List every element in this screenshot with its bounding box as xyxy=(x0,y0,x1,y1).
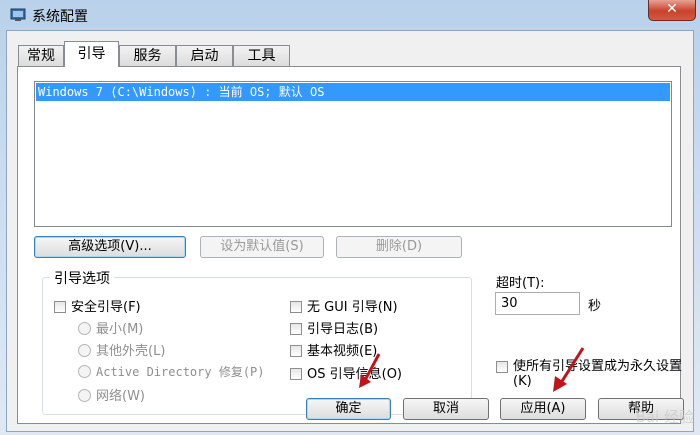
window-title: 系统配置 xyxy=(32,9,88,25)
advanced-options-button[interactable]: 高级选项(V)... xyxy=(34,236,186,258)
boot-entry-list[interactable]: Windows 7 (C:\Windows) : 当前 OS; 默认 OS xyxy=(34,81,672,227)
alternate-shell-radio[interactable] xyxy=(78,344,91,357)
timeout-input[interactable]: 30 xyxy=(495,292,580,315)
tab-tools[interactable]: 工具 xyxy=(233,45,290,66)
dialog-client: 常规 引导 服务 启动 工具 Windows 7 (C:\Windows) : … xyxy=(6,30,694,432)
alternate-shell-option[interactable]: 其他外壳(L) xyxy=(78,340,165,359)
close-button[interactable]: ✕ xyxy=(648,0,696,21)
ad-repair-radio[interactable] xyxy=(78,365,91,378)
boot-entry-item[interactable]: Windows 7 (C:\Windows) : 当前 OS; 默认 OS xyxy=(36,83,670,101)
minimal-radio[interactable] xyxy=(78,322,91,335)
safe-boot-option[interactable]: 安全引导(F) xyxy=(54,296,141,315)
tab-startup[interactable]: 启动 xyxy=(176,45,233,66)
red-arrow-annotation xyxy=(553,347,585,392)
set-default-button[interactable]: 设为默认值(S) xyxy=(200,236,324,258)
tab-boot[interactable]: 引导 xyxy=(64,41,119,67)
watermark: Bai 经验 xyxy=(635,408,694,426)
no-gui-boot-option[interactable]: 无 GUI 引导(N) xyxy=(290,296,398,315)
permanent-settings-option[interactable]: 使所有引导设置成为永久设置(K) xyxy=(496,359,686,389)
no-gui-boot-checkbox[interactable] xyxy=(290,301,302,313)
title-bar: 系统配置 ✕ xyxy=(0,0,700,30)
boot-log-option[interactable]: 引导日志(B) xyxy=(290,318,378,337)
ad-repair-option[interactable]: Active Directory 修复(P) xyxy=(78,363,265,380)
tab-general[interactable]: 常规 xyxy=(18,45,64,66)
apply-button[interactable]: 应用(A) xyxy=(500,398,586,420)
app-icon xyxy=(10,8,26,21)
safe-boot-checkbox[interactable] xyxy=(54,301,66,313)
tab-services[interactable]: 服务 xyxy=(119,45,176,66)
os-boot-info-checkbox[interactable] xyxy=(290,368,302,380)
timeout-unit: 秒 xyxy=(588,299,602,314)
network-radio[interactable] xyxy=(78,389,91,402)
base-video-checkbox[interactable] xyxy=(290,345,302,357)
red-arrow-annotation xyxy=(359,353,381,388)
boot-options-label: 引导选项 xyxy=(50,268,114,288)
timeout-label: 超时(T): xyxy=(496,276,545,291)
network-option[interactable]: 网络(W) xyxy=(78,385,145,404)
minimal-option[interactable]: 最小(M) xyxy=(78,318,143,337)
delete-button[interactable]: 删除(D) xyxy=(336,236,462,258)
ok-button[interactable]: 确定 xyxy=(306,398,391,420)
boot-log-checkbox[interactable] xyxy=(290,323,302,335)
os-boot-info-option[interactable]: OS 引导信息(O) xyxy=(290,363,402,382)
permanent-settings-checkbox[interactable] xyxy=(496,361,508,373)
cancel-button[interactable]: 取消 xyxy=(403,398,489,420)
